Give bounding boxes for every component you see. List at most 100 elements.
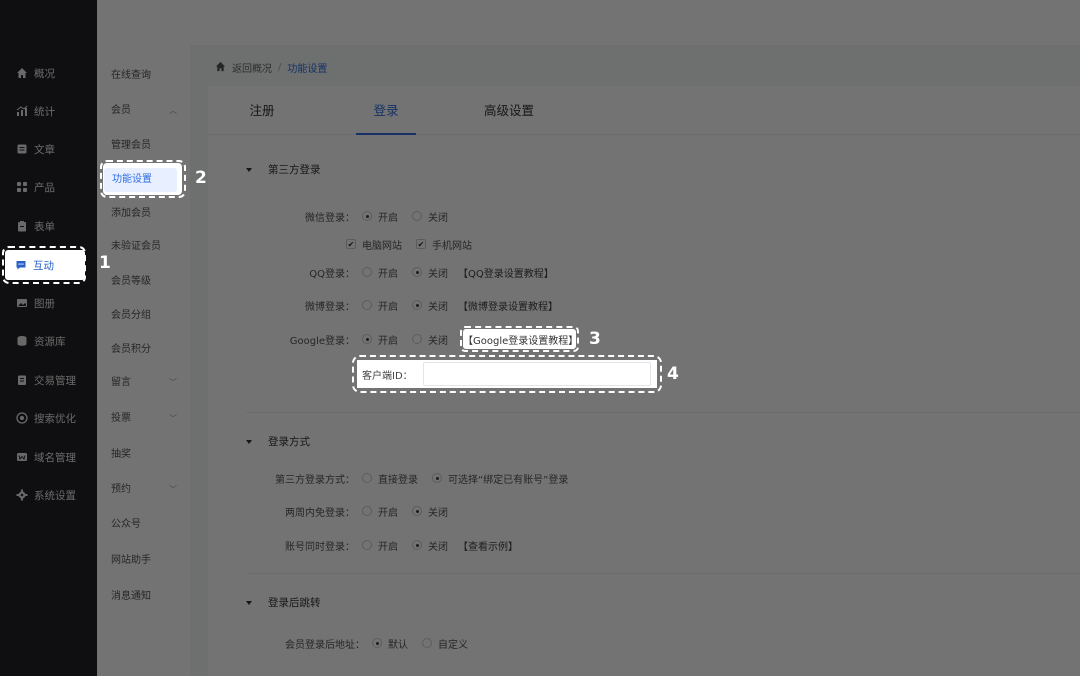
nav-label: 图册: [34, 297, 55, 310]
section-divider: [246, 412, 1080, 413]
step-marker: 4: [667, 364, 679, 384]
same-time-on-radio[interactable]: 开启: [362, 538, 398, 553]
top-header: [97, 0, 1080, 45]
nav-label: 表单: [34, 220, 55, 233]
nav-item-seo[interactable]: 搜索优化: [0, 399, 97, 437]
pc-site-checkbox[interactable]: ✔ 电脑网站: [346, 237, 402, 252]
database-icon: [16, 335, 28, 347]
weibo-on-radio[interactable]: 开启: [362, 298, 398, 313]
submenu-member-points[interactable]: 会员积分: [111, 341, 177, 359]
grid-icon: [16, 181, 28, 193]
google-login-row: Google登录： 开启 关闭: [276, 330, 448, 348]
wechat-login-label: 微信登录：: [305, 212, 355, 224]
submenu-vote[interactable]: 投票 ﹀: [111, 410, 177, 428]
nav-label: 资源库: [34, 335, 66, 348]
gear-icon: [16, 489, 28, 501]
caret-down-icon: [246, 167, 252, 172]
wechat-on-radio[interactable]: 开启: [362, 209, 398, 224]
wechat-sites-row: ✔ 电脑网站 ✔ 手机网站: [346, 235, 486, 253]
nav-label: 搜索优化: [34, 412, 76, 425]
home-icon: [16, 67, 28, 79]
nav-item-settings[interactable]: 系统设置: [0, 476, 97, 514]
nav-label: 概况: [34, 67, 55, 80]
nav-label: 文章: [34, 143, 55, 156]
submenu-site-assistant[interactable]: 网站助手: [111, 552, 177, 570]
submenu-online-query[interactable]: 在线查询: [111, 67, 177, 85]
tab-register[interactable]: 注册: [238, 86, 286, 135]
breadcrumb-separator: /: [278, 62, 282, 73]
two-week-row: 两周内免登录： 开启 关闭: [262, 502, 448, 520]
nav-item-forms[interactable]: 表单: [0, 207, 97, 245]
nav-item-trade[interactable]: 交易管理: [0, 361, 97, 399]
nav-item-resources[interactable]: 资源库: [0, 322, 97, 360]
two-week-off-radio[interactable]: 关闭: [412, 504, 448, 519]
submenu-member-group-sub[interactable]: 会员分组: [111, 307, 177, 325]
caret-down-icon: [246, 600, 252, 605]
caret-down-icon: [246, 439, 252, 444]
submenu-booking[interactable]: 预约 ﹀: [111, 481, 177, 499]
weibo-off-radio[interactable]: 关闭: [412, 298, 448, 313]
example-link[interactable]: 【查看示例】: [458, 538, 518, 553]
clipboard-icon: [16, 220, 28, 232]
nav-item-domain[interactable]: 域名管理: [0, 438, 97, 476]
qq-off-radio[interactable]: 关闭: [412, 265, 448, 280]
mode-bind-radio[interactable]: 可选择“绑定已有账号”登录: [432, 471, 568, 486]
section-redirect[interactable]: 登录后跳转: [246, 595, 321, 610]
nav-item-overview[interactable]: 概况: [0, 54, 97, 92]
redirect-custom-radio[interactable]: 自定义: [422, 636, 468, 651]
google-on-radio[interactable]: 开启: [362, 332, 398, 347]
section-divider: [246, 573, 1080, 574]
wechat-off-radio[interactable]: 关闭: [412, 209, 448, 224]
same-time-label: 账号同时登录：: [285, 541, 355, 553]
submenu-notifications[interactable]: 消息通知: [111, 588, 177, 606]
two-week-label: 两周内免登录：: [285, 507, 355, 519]
breadcrumb-back-link[interactable]: 返回概况: [232, 60, 272, 75]
submenu-lottery[interactable]: 抽奖: [111, 446, 177, 464]
chevron-down-icon: ﹀: [169, 378, 177, 387]
step-marker: 3: [589, 329, 601, 349]
tab-advanced[interactable]: 高级设置: [476, 86, 542, 135]
tab-bar: 注册 登录 高级设置: [208, 86, 1080, 135]
nav-item-gallery[interactable]: 图册: [0, 284, 97, 322]
submenu-add-member[interactable]: 添加会员: [111, 205, 177, 223]
mobile-site-checkbox[interactable]: ✔ 手机网站: [416, 237, 472, 252]
submenu-message[interactable]: 留言 ﹀: [111, 374, 177, 392]
nav-item-articles[interactable]: 文章: [0, 130, 97, 168]
weibo-tutorial-link[interactable]: 【微博登录设置教程】: [458, 298, 558, 313]
mode-direct-radio[interactable]: 直接登录: [362, 471, 418, 486]
two-week-on-radio[interactable]: 开启: [362, 504, 398, 519]
submenu-member-group[interactable]: 会员 ︿: [111, 102, 177, 120]
submenu-unverified-members[interactable]: 未验证会员: [111, 238, 177, 256]
redirect-row: 会员登录后地址： 默认 自定义: [262, 634, 468, 652]
google-login-label: Google登录：: [289, 335, 355, 347]
step-marker: 2: [195, 168, 207, 188]
weibo-login-row: 微博登录： 开启 关闭 【微博登录设置教程】: [290, 296, 558, 314]
section-third-party-login[interactable]: 第三方登录: [246, 162, 321, 177]
highlight-frame: [460, 326, 579, 352]
highlight-frame: [100, 160, 186, 198]
qq-login-label: QQ登录：: [309, 268, 355, 280]
domain-icon: [16, 451, 28, 463]
nav-item-statistics[interactable]: 统计: [0, 92, 97, 130]
nav-item-products[interactable]: 产品: [0, 168, 97, 206]
login-mode-label: 第三方登录方式：: [275, 474, 355, 486]
weibo-login-label: 微博登录：: [305, 301, 355, 313]
chevron-down-icon: ﹀: [169, 485, 177, 494]
article-icon: [16, 143, 28, 155]
trade-icon: [16, 374, 28, 386]
chevron-up-icon: ︿: [169, 106, 177, 115]
breadcrumb: 返回概况 / 功能设置: [215, 60, 327, 75]
same-time-off-radio[interactable]: 关闭: [412, 538, 448, 553]
nav-label: 交易管理: [34, 374, 76, 387]
submenu-official-account[interactable]: 公众号: [111, 516, 177, 534]
login-mode-row: 第三方登录方式： 直接登录 可选择“绑定已有账号”登录: [262, 469, 568, 487]
secondary-menu: 在线查询 会员 ︿ 管理会员 添加会员 未验证会员 会员等级 会员分组 会员积分 …: [97, 45, 190, 676]
tab-login[interactable]: 登录: [356, 86, 416, 135]
submenu-member-level[interactable]: 会员等级: [111, 273, 177, 291]
qq-tutorial-link[interactable]: 【QQ登录设置教程】: [458, 265, 554, 280]
section-login-mode[interactable]: 登录方式: [246, 434, 310, 449]
qq-on-radio[interactable]: 开启: [362, 265, 398, 280]
submenu-manage-members[interactable]: 管理会员: [111, 137, 177, 155]
redirect-default-radio[interactable]: 默认: [372, 636, 408, 651]
google-off-radio[interactable]: 关闭: [412, 332, 448, 347]
